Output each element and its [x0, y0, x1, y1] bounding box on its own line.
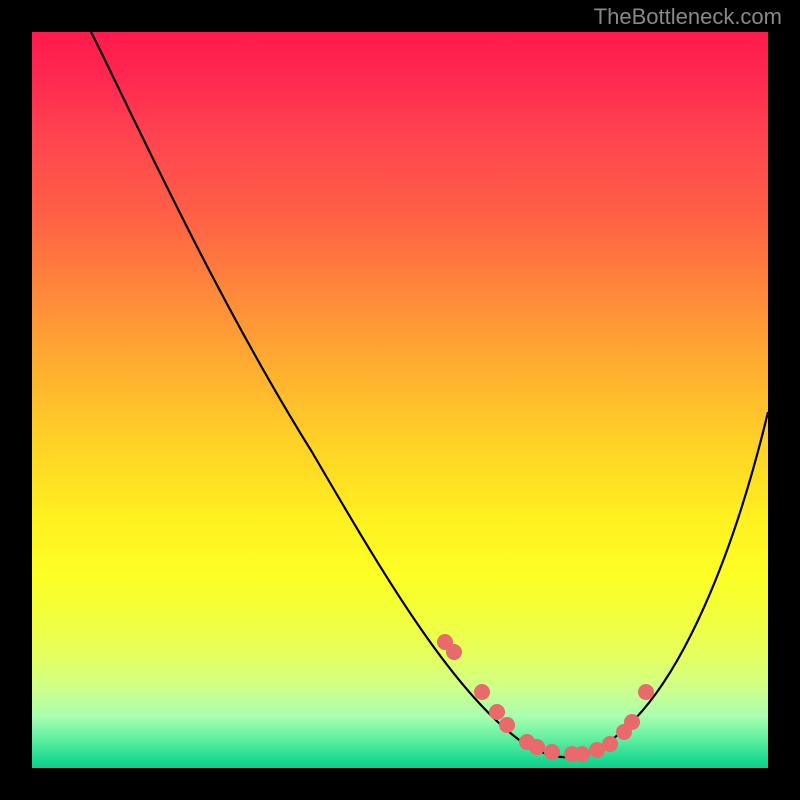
data-point [638, 684, 654, 700]
data-point [499, 717, 515, 733]
data-point [474, 684, 490, 700]
data-point [602, 736, 618, 752]
chart-container: TheBottleneck.com [0, 0, 800, 800]
data-point [529, 739, 545, 755]
data-point [544, 744, 560, 760]
plot-area [32, 32, 768, 768]
data-point [574, 746, 590, 762]
data-points [437, 634, 654, 762]
bottleneck-curve [91, 32, 768, 757]
watermark-text: TheBottleneck.com [594, 4, 782, 30]
chart-svg [32, 32, 768, 768]
data-point [624, 714, 640, 730]
data-point [446, 644, 462, 660]
data-point [489, 704, 505, 720]
